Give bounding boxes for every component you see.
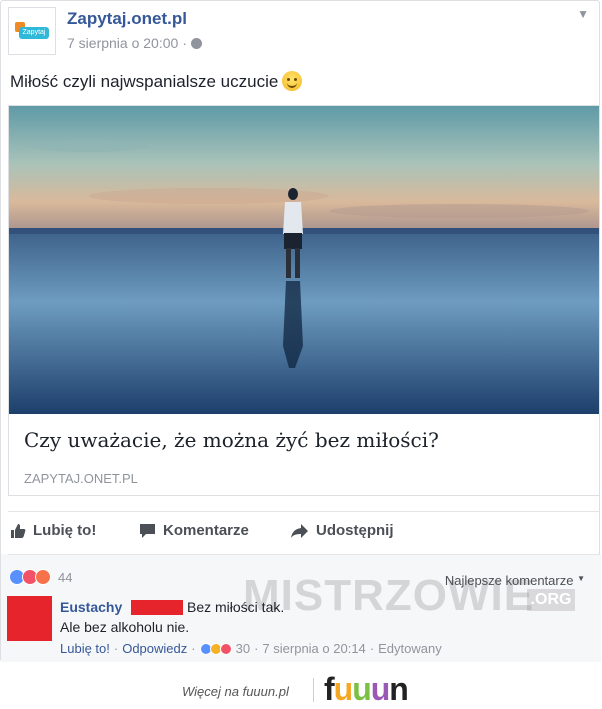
logo-letter: n	[389, 671, 409, 707]
post-card: Zapytaj Zapytaj.onet.pl 7 sierpnia o 20:…	[0, 0, 601, 663]
share-arrow-icon	[291, 523, 308, 538]
page-avatar[interactable]: Zapytaj	[8, 7, 56, 55]
avatar-label: Zapytaj	[19, 27, 49, 39]
beach-silhouette-image	[9, 106, 599, 414]
share-label: Udostępnij	[316, 522, 394, 539]
link-preview-title[interactable]: Czy uważacie, że można żyć bez miłości?	[24, 428, 439, 452]
link-preview-image[interactable]	[9, 106, 599, 414]
comment-reply-link[interactable]: Odpowiedz	[122, 641, 187, 656]
logo-letter: u	[333, 671, 354, 707]
comment-timestamp[interactable]: 7 sierpnia o 20:14	[262, 641, 365, 656]
redacted-name-bar	[131, 600, 183, 615]
thumbs-up-icon	[11, 523, 26, 538]
post-text: Miłość czyli najwspanialsze uczucie	[10, 71, 303, 92]
comment-sort-label: Najlepsze komentarze	[444, 573, 574, 588]
comment-like-link[interactable]: Lubię to!	[60, 641, 110, 656]
post-date-text[interactable]: 7 sierpnia o 20:00 ·	[67, 35, 187, 51]
logo-letter: f	[324, 671, 335, 707]
watermark-suffix: .ORG	[527, 589, 575, 611]
comment-author[interactable]: Eustachy	[60, 599, 122, 615]
fuuun-logo[interactable]: fuuun	[324, 671, 409, 708]
post-timestamp[interactable]: 7 sierpnia o 20:00 ·	[67, 35, 202, 51]
comment-edited[interactable]: Edytowany	[378, 641, 442, 656]
divider	[8, 554, 600, 555]
comment-text-line1: Bez miłości tak.	[187, 599, 285, 615]
link-preview[interactable]: Czy uważacie, że można żyć bez miłości? …	[8, 105, 600, 496]
logo-letter: u	[370, 671, 391, 707]
chevron-down-icon[interactable]: ▼	[577, 7, 589, 21]
smile-emoji-icon	[282, 71, 303, 91]
comment-meta: Lubię to! · Odpowiedz · 30 · 7 sierpnia …	[60, 641, 442, 656]
footer	[0, 662, 602, 709]
meta-dot: ·	[191, 641, 196, 656]
caret-down-icon: ▼	[577, 574, 585, 583]
reaction-count[interactable]: 44	[58, 570, 72, 585]
comment-reaction-count[interactable]: 30	[236, 641, 250, 656]
comment-sort-dropdown[interactable]: Najlepsze komentarze ▼	[445, 573, 585, 588]
divider	[8, 511, 600, 512]
comment-reactions[interactable]	[199, 642, 232, 655]
love-reaction-icon	[219, 642, 232, 655]
like-button[interactable]: Lubię to!	[10, 522, 96, 539]
comment-text-line2: Ale bez alkoholu nie.	[60, 619, 190, 635]
globe-icon	[190, 38, 202, 49]
page-name-link[interactable]: Zapytaj.onet.pl	[67, 9, 187, 29]
footer-more-text[interactable]: Więcej na fuuun.pl	[182, 684, 289, 699]
meta-dot: ·	[369, 641, 375, 656]
meta-dot: ·	[113, 641, 119, 656]
logo-letter: u	[352, 671, 372, 707]
comment-label: Komentarze	[163, 522, 249, 539]
like-label: Lubię to!	[33, 522, 97, 539]
reaction-summary[interactable]: 44	[9, 569, 72, 585]
comment-bubble-icon	[140, 523, 155, 538]
share-button[interactable]: Udostępnij	[291, 522, 394, 539]
link-preview-domain: ZAPYTAJ.ONET.PL	[24, 471, 138, 486]
meta-dot: ·	[254, 641, 259, 656]
angry-reaction-icon	[35, 569, 51, 585]
commenter-avatar[interactable]	[7, 596, 52, 641]
footer-divider	[313, 678, 314, 702]
comment-button[interactable]: Komentarze	[139, 522, 249, 539]
post-text-content: Miłość czyli najwspanialsze uczucie	[10, 72, 279, 91]
